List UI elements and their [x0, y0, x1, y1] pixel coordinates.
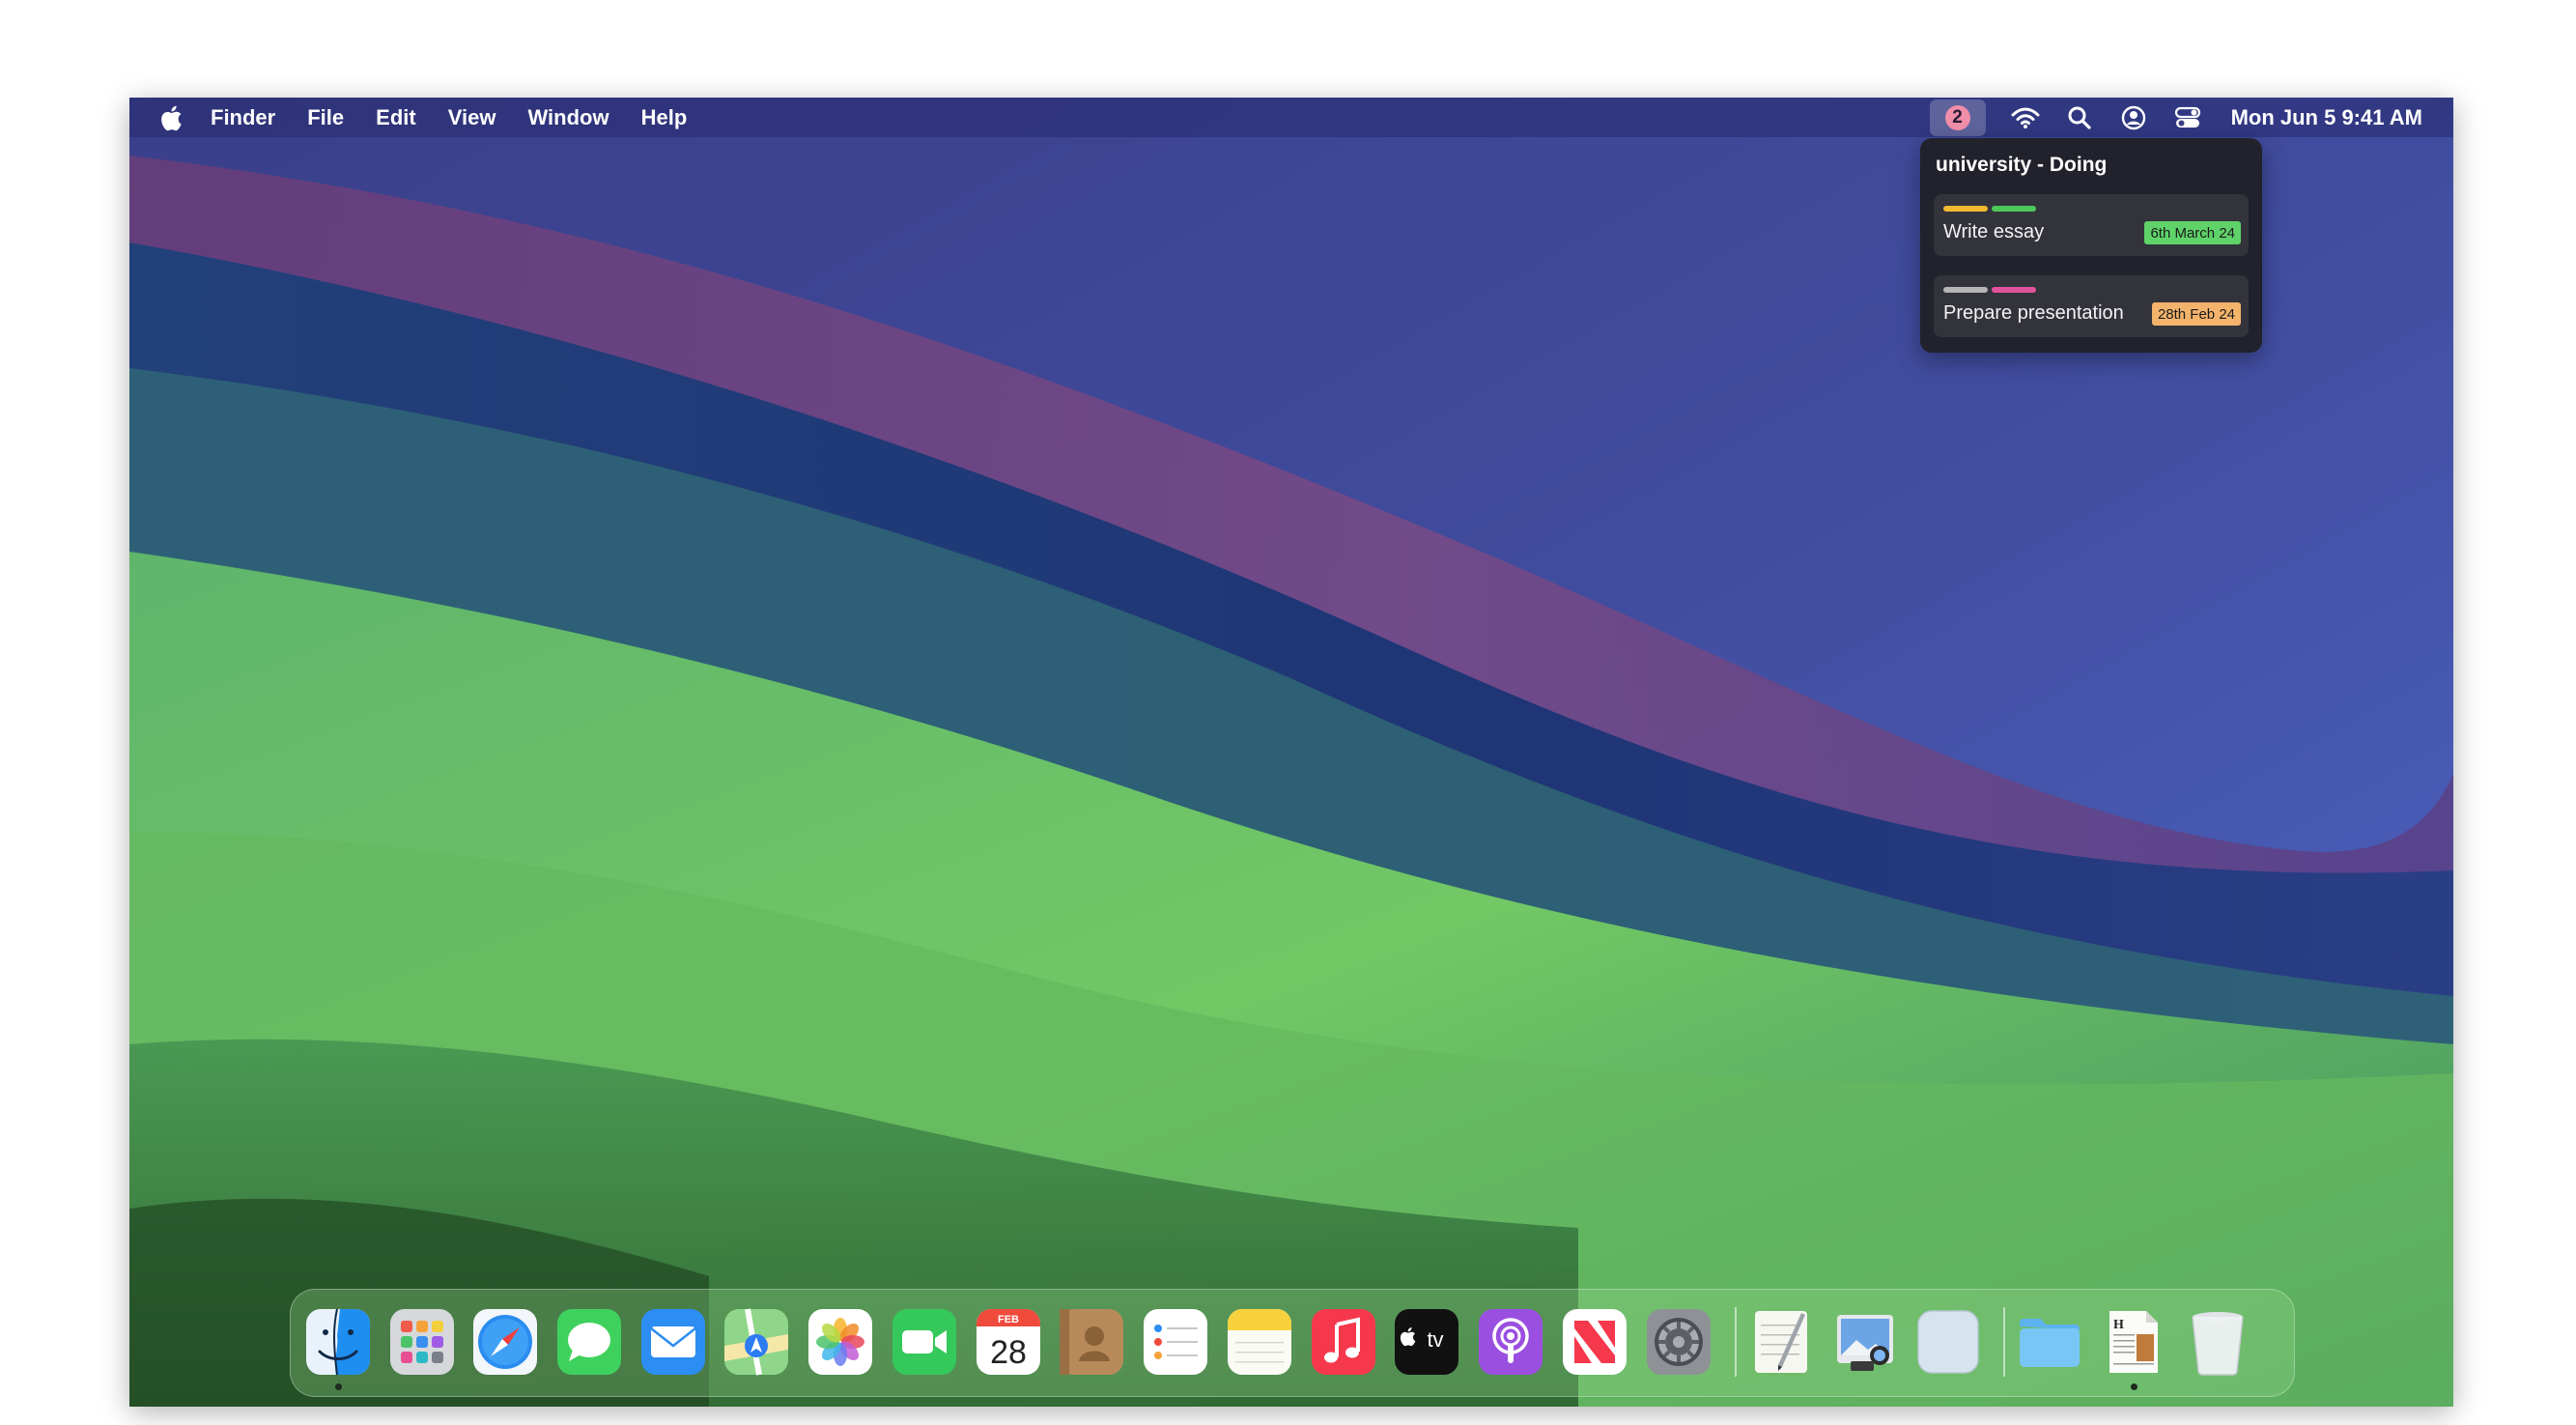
system-settings-icon[interactable]	[1645, 1307, 1713, 1377]
menu-left-group: Finder File Edit View Window Help	[158, 98, 719, 137]
apple-tv-label: tv	[1427, 1327, 1443, 1352]
document-running-indicator	[2131, 1383, 2137, 1390]
menu-bar: Finder File Edit View Window Help 2 Mon …	[129, 98, 2453, 137]
facetime-icon[interactable]	[891, 1307, 958, 1377]
task-count-badge: 2	[1944, 104, 1970, 130]
reminders-icon[interactable]	[1142, 1307, 1209, 1377]
menu-help[interactable]: Help	[641, 105, 688, 130]
menu-app-name[interactable]: Finder	[211, 105, 275, 130]
messages-icon[interactable]	[555, 1307, 623, 1377]
desktop-screen: Finder File Edit View Window Help 2 Mon …	[129, 98, 2453, 1407]
document-icon[interactable]: H	[2100, 1307, 2167, 1377]
launchpad-icon[interactable]	[388, 1307, 456, 1377]
task-name: Prepare presentation	[1943, 302, 2124, 324]
search-icon[interactable]	[2065, 103, 2094, 132]
news-icon[interactable]	[1561, 1307, 1628, 1377]
task-tag-pink	[1992, 287, 2036, 293]
svg-text:H: H	[2113, 1318, 2124, 1332]
calendar-day: 28	[990, 1334, 1027, 1371]
dock-divider	[1735, 1307, 1737, 1377]
task-card[interactable]: Write essay 6th March 24	[1934, 194, 2249, 256]
task-tag-green	[1992, 206, 2036, 212]
maps-icon[interactable]	[722, 1307, 790, 1377]
blank-app-icon[interactable]	[1914, 1307, 1982, 1377]
notes-icon[interactable]	[1226, 1307, 1293, 1377]
contacts-icon[interactable]	[1058, 1307, 1125, 1377]
tasks-popover: university - Doing Write essay 6th March…	[1920, 138, 2262, 353]
apple-tv-icon[interactable]: tv	[1393, 1307, 1460, 1377]
finder-icon[interactable]	[304, 1307, 372, 1377]
task-card[interactable]: Prepare presentation 28th Feb 24	[1934, 275, 2249, 337]
finder-running-indicator	[335, 1383, 342, 1390]
dock-divider	[2003, 1307, 2005, 1377]
task-due-badge: 6th March 24	[2144, 221, 2241, 244]
wifi-icon[interactable]	[2011, 103, 2040, 132]
music-icon[interactable]	[1310, 1307, 1377, 1377]
calendar-icon[interactable]: FEB 28	[975, 1307, 1042, 1377]
task-tag-yellow	[1943, 206, 1988, 212]
task-tag-gray	[1943, 287, 1988, 293]
task-due-badge: 28th Feb 24	[2151, 302, 2241, 326]
user-icon[interactable]	[2119, 103, 2148, 132]
preview-icon[interactable]	[1831, 1307, 1899, 1377]
menu-view[interactable]: View	[448, 105, 496, 130]
tasks-status-item[interactable]: 2	[1929, 99, 1986, 136]
apple-logo-icon[interactable]	[158, 104, 184, 131]
mail-icon[interactable]	[639, 1307, 707, 1377]
menu-right-group: 2 Mon Jun 5 9:41 AM	[1929, 98, 2422, 137]
menu-clock[interactable]: Mon Jun 5 9:41 AM	[2231, 105, 2422, 130]
photos-icon[interactable]	[807, 1307, 874, 1377]
popover-title: university - Doing	[1936, 154, 2108, 176]
menu-window[interactable]: Window	[527, 105, 609, 130]
trash-icon[interactable]	[2184, 1307, 2251, 1377]
menu-file[interactable]: File	[307, 105, 344, 130]
calendar-month: FEB	[998, 1314, 1019, 1325]
podcasts-icon[interactable]	[1477, 1307, 1544, 1377]
menu-edit[interactable]: Edit	[376, 105, 416, 130]
control-center-icon[interactable]	[2173, 103, 2202, 132]
downloads-folder-icon[interactable]	[2016, 1307, 2083, 1377]
task-name: Write essay	[1943, 221, 2045, 242]
textedit-icon[interactable]	[1747, 1307, 1815, 1377]
safari-icon[interactable]	[471, 1307, 539, 1377]
